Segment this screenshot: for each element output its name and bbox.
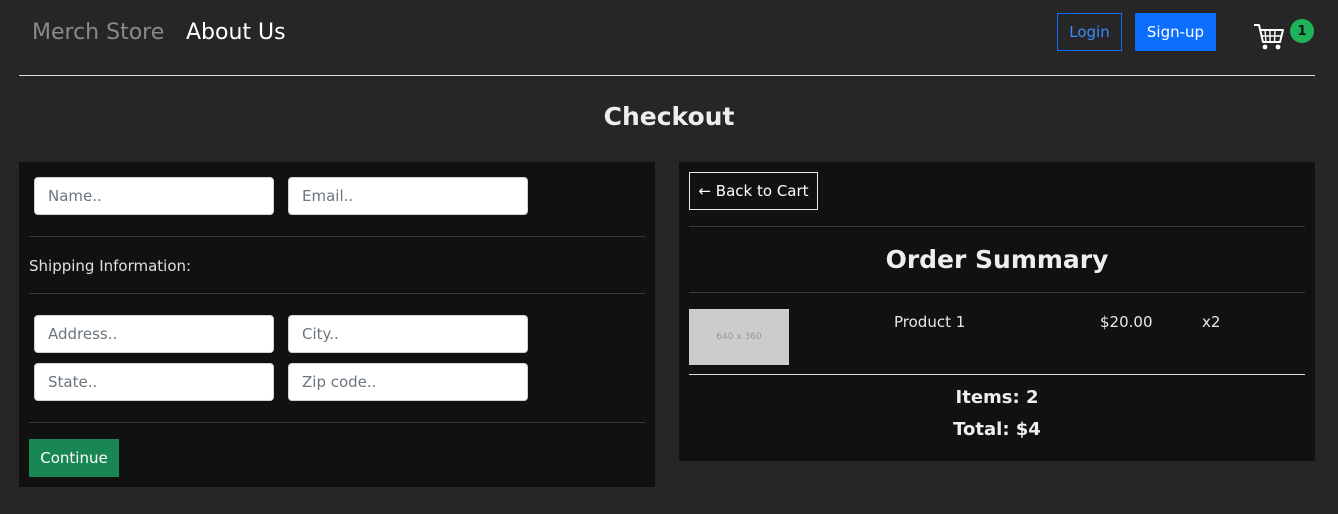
order-summary-panel: ← Back to Cart Order Summary 640 x 360 P… (679, 162, 1315, 461)
page-title: Checkout (603, 102, 735, 131)
email-input[interactable] (288, 177, 528, 215)
product-name: Product 1 (894, 313, 966, 331)
shipping-info-label: Shipping Information: (29, 257, 192, 275)
zip-code-input[interactable] (288, 363, 528, 401)
order-summary-title: Order Summary (885, 245, 1109, 274)
address-input[interactable] (34, 315, 274, 353)
product-image-placeholder: 640 x 360 (689, 309, 789, 365)
state-input[interactable] (34, 363, 274, 401)
divider (29, 422, 645, 423)
product-price: $20.00 (1100, 313, 1153, 331)
checkout-form-panel: Shipping Information: Continue (19, 162, 655, 487)
divider (689, 292, 1305, 293)
navbar: Merch Store About Us Login Sign-up 1 (19, 0, 1315, 76)
cart-count-badge: 1 (1290, 19, 1314, 43)
city-input[interactable] (288, 315, 528, 353)
back-to-cart-button[interactable]: ← Back to Cart (689, 172, 818, 210)
signup-button[interactable]: Sign-up (1135, 13, 1216, 51)
order-total: Total: $4 (953, 419, 1041, 440)
items-count: Items: 2 (955, 387, 1039, 408)
name-input[interactable] (34, 177, 274, 215)
brand-link[interactable]: Merch Store (32, 20, 164, 45)
product-quantity: x2 (1202, 313, 1221, 331)
login-button[interactable]: Login (1057, 13, 1122, 51)
cart-icon[interactable] (1253, 22, 1285, 52)
divider (689, 226, 1305, 227)
summary-divider (689, 374, 1305, 375)
continue-button[interactable]: Continue (29, 439, 119, 477)
divider (29, 293, 645, 294)
divider (29, 236, 645, 237)
nav-link-about-us[interactable]: About Us (186, 20, 286, 45)
